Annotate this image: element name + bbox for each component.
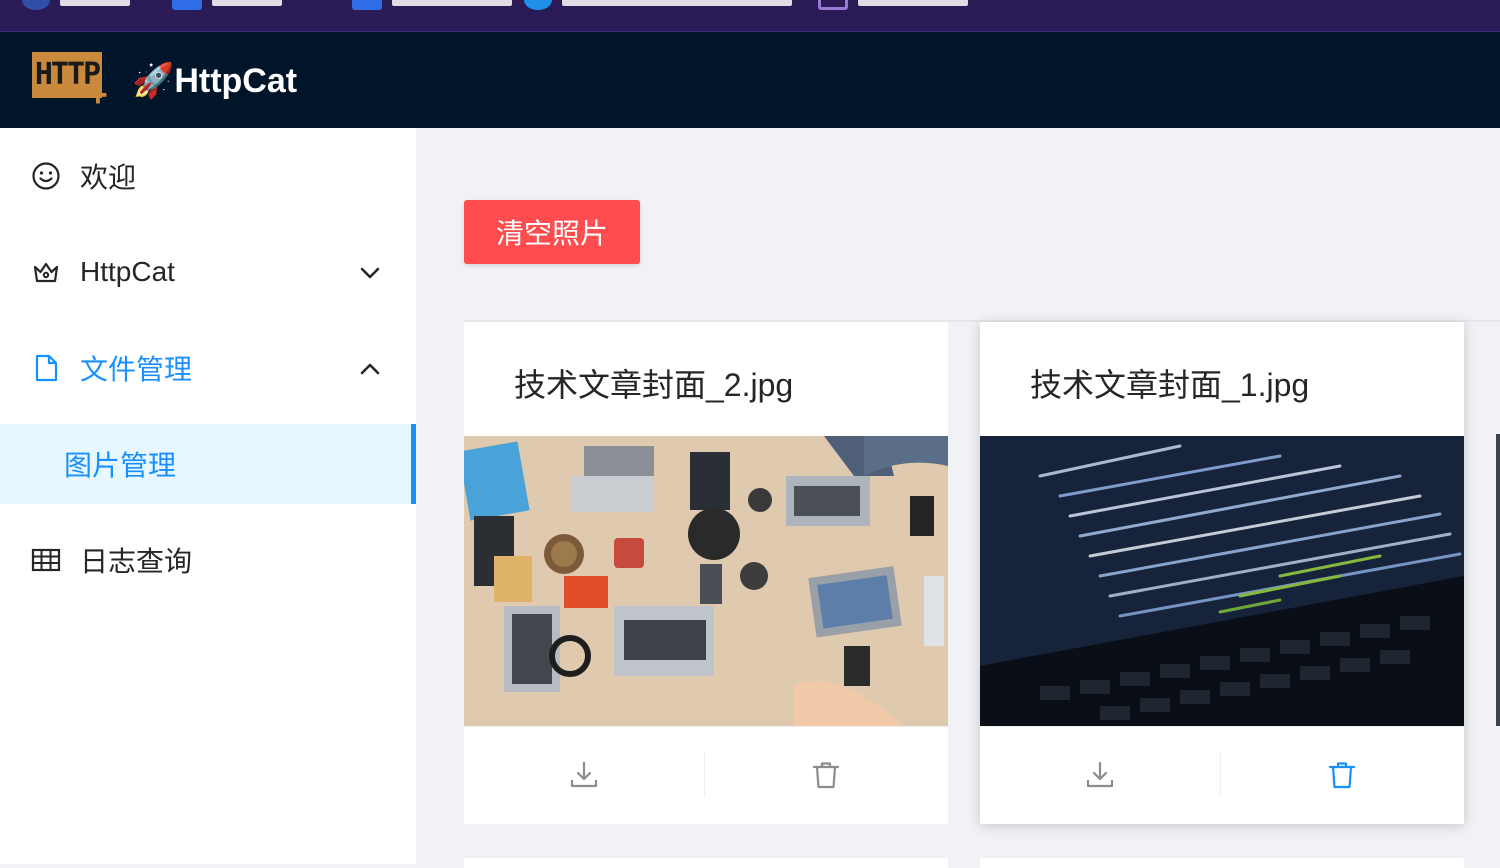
- sidebar-item-label: 图片管理: [64, 450, 177, 481]
- file-icon: [30, 352, 62, 384]
- delete-icon: [812, 762, 840, 789]
- clear-photos-button[interactable]: 清空照片: [464, 200, 640, 264]
- delete-button[interactable]: [1322, 749, 1362, 801]
- chevron-down-icon: [358, 260, 382, 284]
- browser-bookmarks-bar: [0, 0, 1500, 32]
- image-card-actions: [464, 726, 948, 824]
- sidebar-menu: 欢迎 HttpCat 文件管理 图片管理 日志查询: [0, 128, 416, 864]
- bookmark-label: [858, 0, 968, 6]
- download-icon: [1086, 761, 1114, 788]
- bookmark-icon: [352, 0, 382, 10]
- image-card: [464, 858, 948, 868]
- bookmark-icon: [172, 0, 202, 10]
- bookmark-icon: [22, 0, 50, 10]
- image-card-title: 技术文章封面_1.jpg: [1030, 367, 1310, 403]
- download-button[interactable]: [1080, 749, 1120, 801]
- next-card-edge: [1496, 434, 1500, 726]
- logo-plus-icon: +: [88, 76, 108, 114]
- bookmark-label: [212, 0, 282, 6]
- image-card: [980, 858, 1464, 868]
- image-preview[interactable]: [980, 436, 1464, 726]
- sidebar-item-label: 日志查询: [80, 546, 193, 577]
- bookmark-item[interactable]: [352, 0, 512, 10]
- sidebar-item-label: HttpCat: [80, 256, 175, 287]
- table-icon: [30, 544, 62, 576]
- download-button[interactable]: [564, 749, 604, 801]
- app-logo[interactable]: HTTP +: [32, 52, 110, 114]
- sidebar-item-welcome[interactable]: 欢迎: [0, 136, 416, 216]
- chevron-up-icon: [358, 356, 382, 380]
- app-header: HTTP + 🚀HttpCat: [0, 32, 1500, 128]
- divider: [704, 751, 705, 797]
- divider: [1220, 751, 1221, 797]
- image-card: 技术文章封面_2.jpg: [464, 322, 948, 824]
- bookmark-icon: [524, 0, 552, 10]
- sidebar-item-label: 文件管理: [80, 354, 193, 385]
- app-title: 🚀HttpCat: [132, 62, 298, 100]
- bookmark-item[interactable]: [22, 0, 130, 10]
- image-card-actions: [980, 726, 1464, 824]
- download-icon: [570, 761, 598, 788]
- smile-icon: [30, 160, 62, 192]
- bookmark-item[interactable]: [818, 0, 968, 10]
- crown-icon: [30, 256, 62, 288]
- delete-button[interactable]: [806, 749, 846, 801]
- bookmark-item[interactable]: [524, 0, 792, 10]
- main-content: 清空照片 技术文章封面_2.jpg 技术文章封面_1.jpg: [416, 128, 1500, 868]
- sidebar-item-image-management[interactable]: 图片管理: [0, 424, 416, 504]
- image-card-title: 技术文章封面_2.jpg: [514, 367, 794, 403]
- image-card: 技术文章封面_1.jpg: [980, 322, 1464, 824]
- sidebar-item-file-management[interactable]: 文件管理: [0, 328, 416, 408]
- bookmark-item[interactable]: [172, 0, 282, 10]
- sidebar-item-log-query[interactable]: 日志查询: [0, 520, 416, 600]
- delete-icon: [1328, 762, 1356, 789]
- bookmark-label: [392, 0, 512, 6]
- sidebar-item-label: 欢迎: [80, 162, 137, 193]
- bookmark-icon: [818, 0, 848, 10]
- bookmark-label: [562, 0, 792, 6]
- sidebar-item-httpcat[interactable]: HttpCat: [0, 232, 416, 312]
- bookmark-label: [60, 0, 130, 6]
- image-preview[interactable]: [464, 436, 948, 726]
